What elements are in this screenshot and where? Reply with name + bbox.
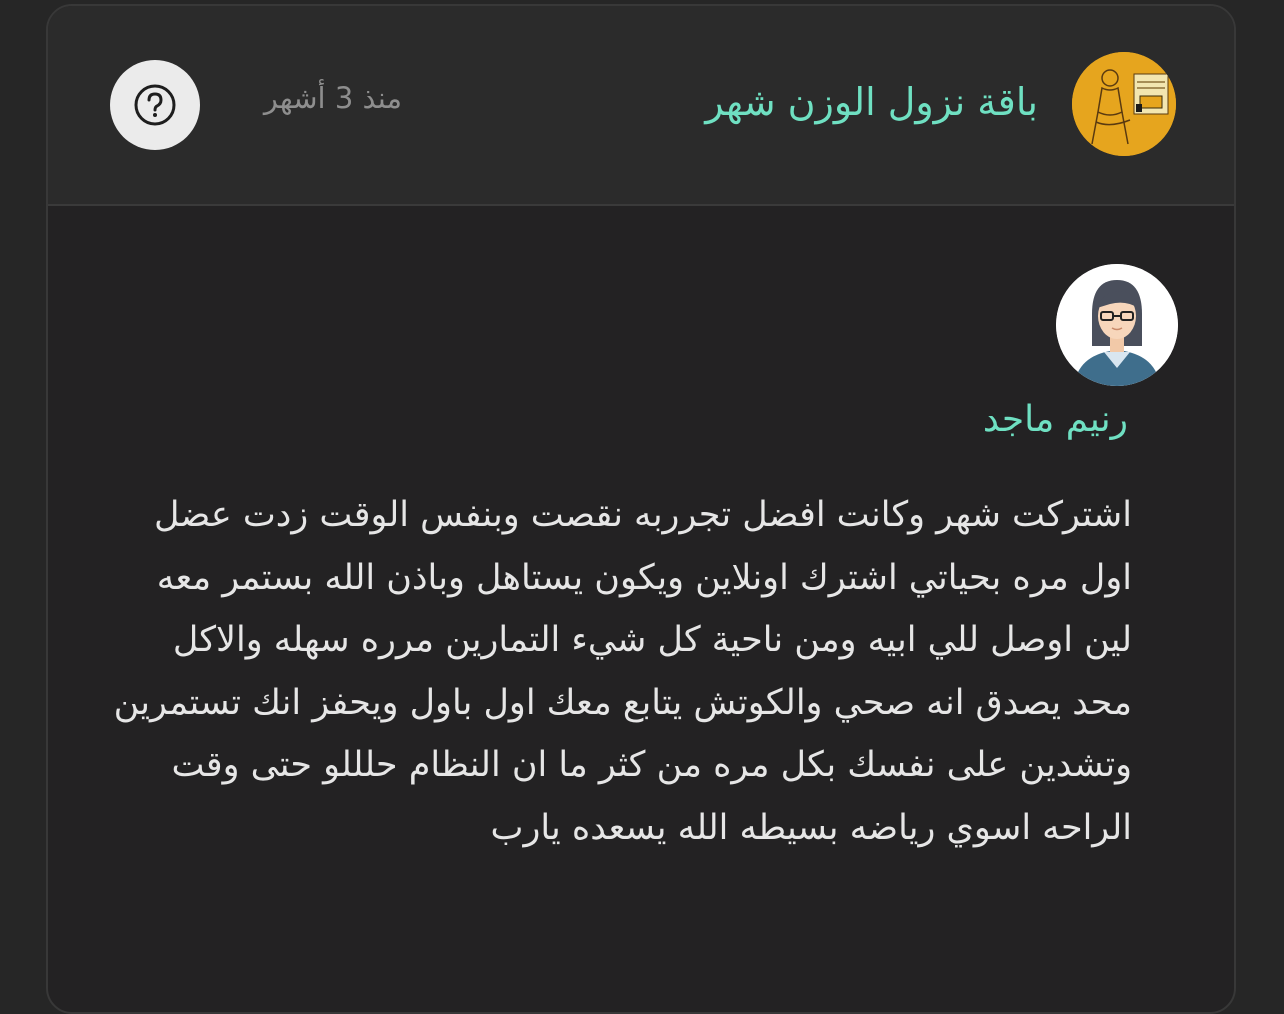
timestamp: منذ 3 أشهر — [263, 81, 402, 115]
reviewer-avatar — [1056, 264, 1178, 386]
review-text: اشتركت شهر وكانت افضل تجرربه نقصت وبنفس … — [113, 495, 1132, 848]
question-circle-icon — [134, 84, 176, 126]
review-card: باقة نزول الوزن شهر منذ 3 أشهر رنيم ماجد… — [46, 4, 1236, 1014]
card-header: باقة نزول الوزن شهر منذ 3 أشهر — [48, 6, 1234, 206]
help-button[interactable] — [110, 60, 200, 150]
package-thumbnail — [1072, 52, 1176, 156]
woman-avatar-icon — [1056, 264, 1178, 386]
package-thumbnail-image — [1072, 52, 1176, 156]
reviewer-name: رنيم ماجد — [982, 399, 1128, 440]
package-title[interactable]: باقة نزول الوزن شهر — [705, 76, 1038, 128]
